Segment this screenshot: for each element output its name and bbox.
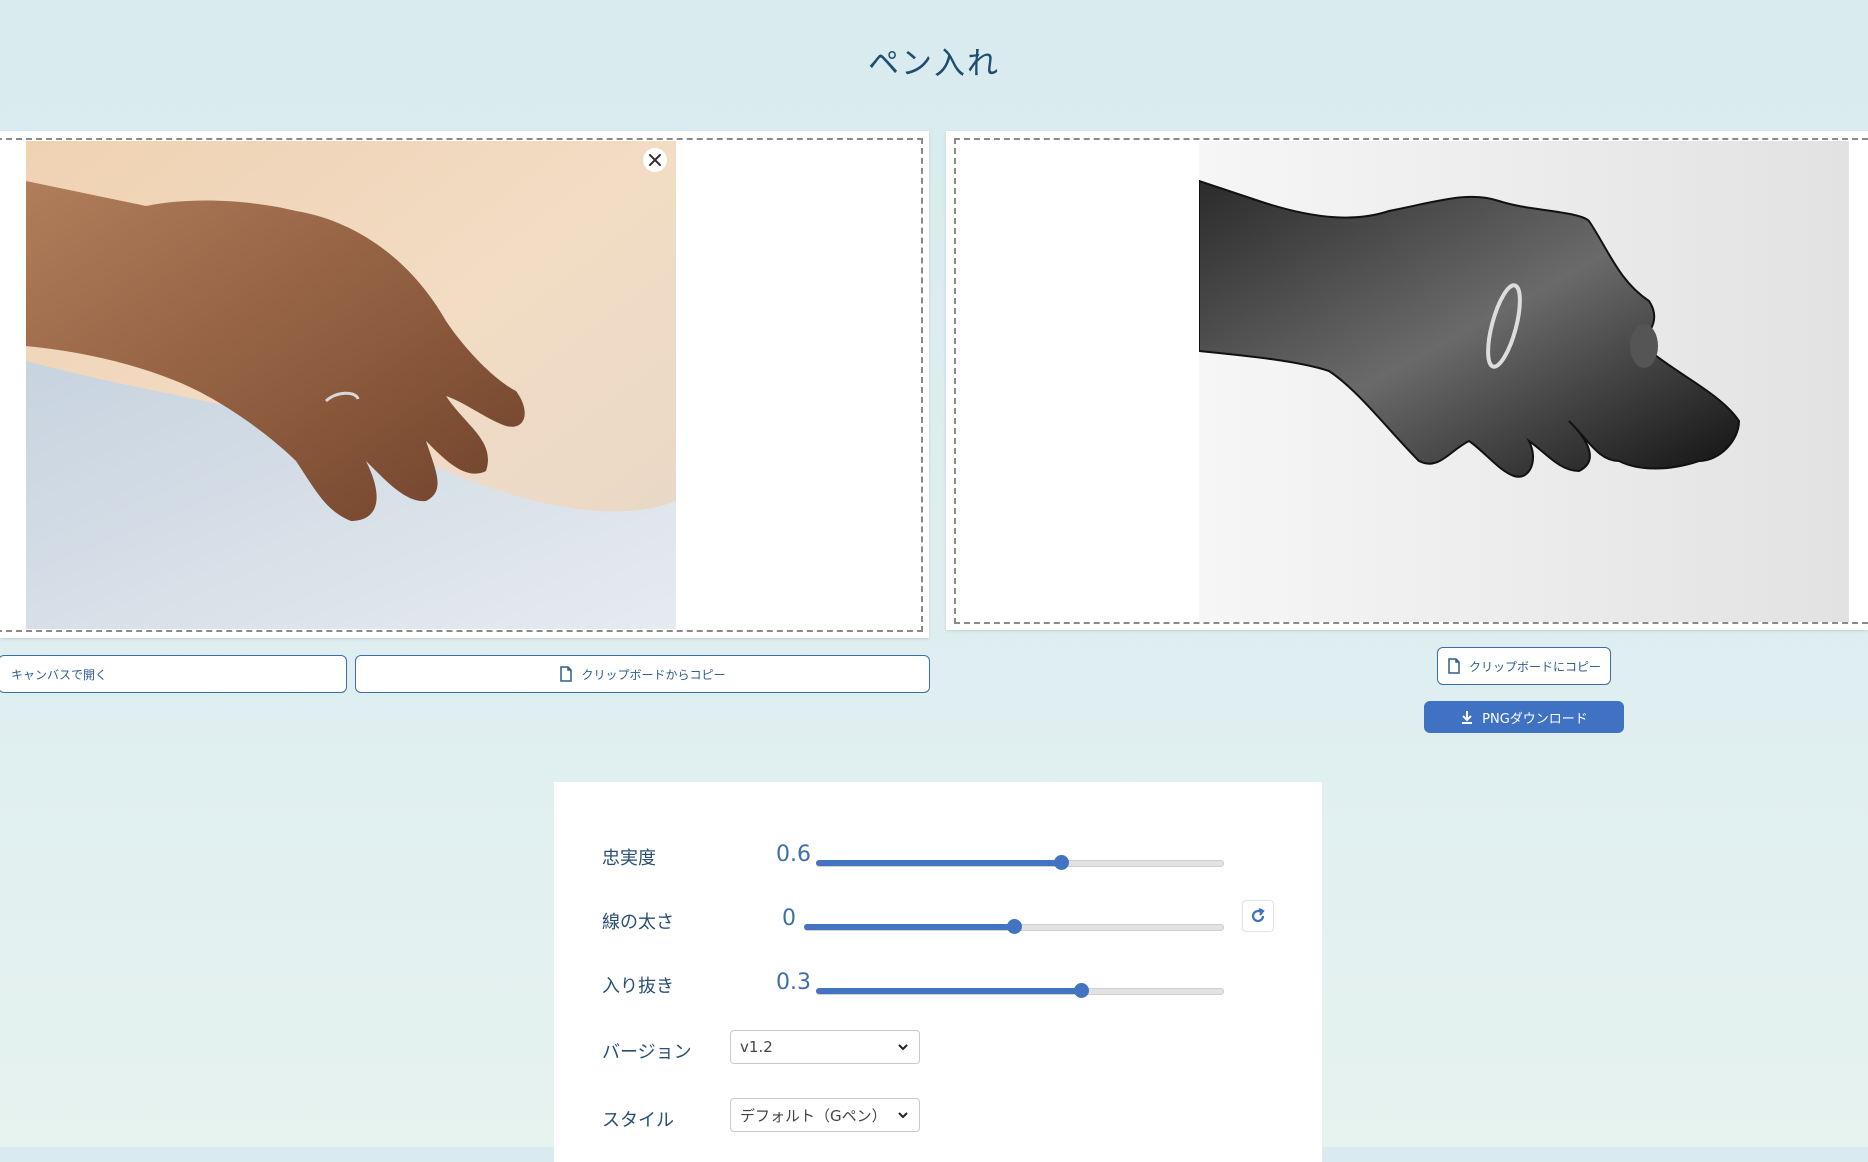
paste-label: クリップボードからコピー (581, 667, 726, 682)
reset-line-width-button[interactable] (1242, 900, 1274, 932)
png-download-button[interactable]: PNGダウンロード (1424, 701, 1624, 733)
download-label: PNGダウンロード (1482, 711, 1588, 727)
document-icon (560, 666, 573, 682)
fidelity-slider[interactable] (816, 852, 1224, 872)
open-canvas-button[interactable]: キャンバスで開く (0, 655, 347, 693)
fidelity-value: 0.6 (776, 842, 811, 867)
page-title: ペン入れ (868, 46, 1000, 82)
style-label: スタイル (602, 1110, 674, 1131)
version-selected: v1.2 (740, 1038, 773, 1056)
close-icon (649, 154, 661, 166)
version-label: バージョン (602, 1042, 692, 1063)
fidelity-label: 忠実度 (602, 848, 656, 869)
paste-from-clipboard-button[interactable]: クリップボードからコピー (355, 655, 930, 693)
settings-panel: 忠実度 0.6 線の太さ 0 入り抜き 0.3 バージョン v1.2 スタイル … (554, 782, 1322, 1162)
output-panel (946, 131, 1868, 630)
open-canvas-label: キャンバスで開く (11, 667, 108, 682)
input-panel (0, 131, 929, 638)
style-selected: デフォルト（Gペン） (740, 1106, 887, 1125)
close-image-button[interactable] (643, 148, 667, 172)
version-select[interactable]: v1.2 (730, 1030, 920, 1064)
copy-to-clipboard-button[interactable]: クリップボードにコピー (1437, 647, 1611, 685)
document-icon (1448, 658, 1460, 674)
line-width-value: 0 (782, 906, 796, 931)
copy-label: クリップボードにコピー (1468, 659, 1601, 674)
line-width-slider[interactable] (804, 916, 1224, 936)
output-lineart (1199, 141, 1849, 622)
refresh-icon (1251, 908, 1265, 923)
line-width-label: 線の太さ (602, 912, 674, 933)
taper-slider[interactable] (816, 980, 1224, 1000)
taper-label: 入り抜き (602, 976, 674, 997)
download-icon (1462, 711, 1473, 724)
style-select[interactable]: デフォルト（Gペン） (730, 1098, 920, 1132)
input-photo (26, 141, 676, 629)
chevron-down-icon (898, 1112, 908, 1119)
chevron-down-icon (898, 1044, 908, 1051)
taper-value: 0.3 (776, 970, 811, 995)
